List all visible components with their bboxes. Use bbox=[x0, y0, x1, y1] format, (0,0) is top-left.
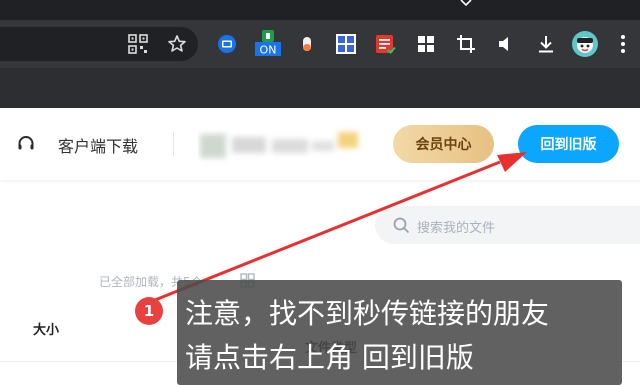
crop-icon[interactable] bbox=[455, 33, 477, 55]
download-icon[interactable] bbox=[535, 33, 557, 55]
bookmark-star-icon[interactable] bbox=[166, 33, 188, 55]
annotation-line-2: 请点击右上角 回到旧版 bbox=[185, 341, 474, 374]
annotation-line-1: 注意，找不到秒传链接的朋友 bbox=[185, 297, 550, 330]
volume-icon[interactable] bbox=[495, 33, 517, 55]
search-icon bbox=[393, 217, 410, 234]
doc-extension-icon[interactable] bbox=[374, 33, 396, 55]
capsule-extension-icon[interactable] bbox=[296, 33, 318, 55]
app-header: 客户端下载 会员中心 回到旧版 bbox=[0, 108, 640, 180]
annotation-note: 注意，找不到秒传链接的朋友 请点击右上角 回到旧版 bbox=[177, 280, 622, 385]
toggle-on-extension-icon[interactable]: ON bbox=[255, 30, 281, 57]
search-input[interactable]: 搜索我的文件 bbox=[375, 206, 640, 244]
header-divider bbox=[173, 132, 174, 156]
bookmarks-bar bbox=[0, 68, 640, 108]
screen-extension-icon[interactable] bbox=[216, 33, 238, 55]
more-menu-icon[interactable] bbox=[616, 33, 630, 55]
browser-toolbar: ON bbox=[0, 20, 640, 68]
tab-caret-icon bbox=[460, 0, 472, 6]
member-center-button[interactable]: 会员中心 bbox=[393, 125, 494, 163]
qr-code-icon[interactable] bbox=[127, 33, 149, 55]
annotation-badge: 1 bbox=[135, 297, 163, 325]
profile-avatar-icon[interactable] bbox=[571, 30, 599, 58]
search-placeholder: 搜索我的文件 bbox=[417, 221, 496, 236]
back-to-old-version-button[interactable]: 回到旧版 bbox=[518, 125, 619, 163]
column-header-size[interactable]: 大小 bbox=[33, 319, 59, 338]
browser-tab-strip bbox=[0, 0, 640, 20]
headset-icon bbox=[18, 136, 34, 150]
grid-extension-icon[interactable] bbox=[335, 33, 357, 55]
svg-text:ON: ON bbox=[260, 44, 277, 57]
client-download-link[interactable]: 客户端下载 bbox=[58, 133, 138, 157]
windows-grid-icon[interactable] bbox=[415, 33, 437, 55]
user-info-blurred[interactable] bbox=[198, 124, 374, 166]
